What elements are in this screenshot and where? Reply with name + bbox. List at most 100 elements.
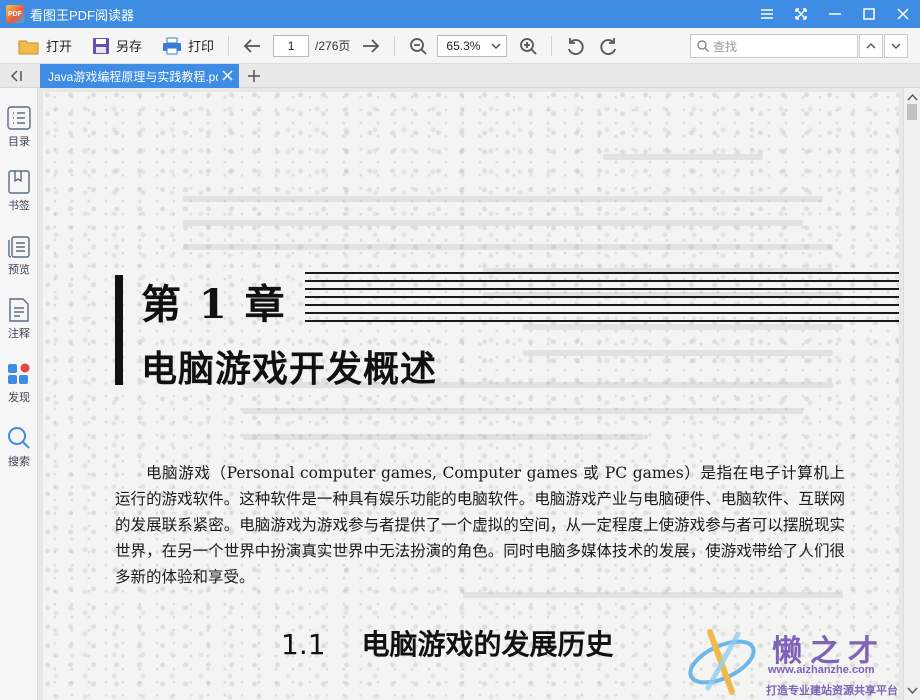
bleed-through-line: [183, 244, 833, 250]
search-prev-button[interactable]: [859, 34, 883, 58]
toolbar-divider: [228, 35, 230, 56]
save-as-label: 另存: [116, 39, 143, 54]
open-label: 打开: [46, 39, 73, 54]
list-icon: [7, 106, 31, 130]
bookmark-icon: [8, 170, 30, 194]
close-icon: [897, 8, 909, 20]
watermark-logo-icon: [688, 629, 756, 695]
minimize-icon: [829, 13, 841, 15]
rotate-left-icon: [568, 37, 584, 55]
bleed-through-line: [523, 324, 843, 330]
page-total: /276页: [315, 39, 351, 53]
print-label: 打印: [188, 39, 215, 54]
open-button[interactable]: 打开: [14, 32, 76, 60]
tab-document[interactable]: Java游戏编程原理与实践教程.pdf: [40, 64, 239, 88]
bleed-through-line: [183, 220, 803, 226]
sidebar-item-label: 注释: [8, 328, 30, 340]
chapter-rule: [305, 272, 899, 274]
chapter-rule: [305, 296, 899, 298]
toolbar-divider: [394, 35, 396, 56]
preview-icon: [8, 236, 30, 258]
search-next-button[interactable]: [884, 34, 908, 58]
chapter-rule: [305, 312, 899, 314]
prev-page-button[interactable]: [239, 33, 265, 59]
zoom-out-button[interactable]: [405, 33, 431, 59]
next-page-button[interactable]: [358, 33, 384, 59]
watermark: 懒之才 www.aizhanzhe.com 打造专业建站资源共享平台: [680, 622, 920, 700]
save-as-button[interactable]: 另存: [88, 32, 146, 60]
fullscreen-icon: [795, 8, 807, 20]
rotate-right-button[interactable]: [596, 33, 622, 59]
app-logo-icon: PDF: [6, 5, 24, 23]
chapter-marker-bar: [115, 275, 123, 385]
sidebar-item-bookmarks[interactable]: 书签: [0, 170, 38, 226]
bleed-through-line: [463, 592, 843, 598]
section-title-text: 电脑游戏的发展历史: [361, 628, 614, 661]
maximize-button[interactable]: [852, 0, 886, 28]
discover-icon: [8, 363, 30, 384]
sidebar-item-label: 搜索: [8, 456, 30, 468]
chevron-down-icon: [891, 43, 901, 49]
new-tab-button[interactable]: [246, 67, 262, 85]
body-paragraph: 电脑游戏（Personal computer games, Computer g…: [115, 464, 845, 586]
watermark-url: www.aizhanzhe.com: [768, 664, 875, 676]
collapse-sidebar-button[interactable]: [6, 67, 26, 85]
fullscreen-button[interactable]: [784, 0, 818, 28]
chapter-rule: [305, 304, 899, 306]
save-icon: [93, 37, 110, 54]
search-icon: [8, 427, 30, 449]
bleed-through-line: [183, 196, 823, 202]
main-toolbar: 打开 另存 打印 1 /276页 65.3% 查找: [0, 28, 920, 64]
search-icon: [697, 40, 709, 52]
document-viewport[interactable]: 第 1 章 电脑游戏开发概述 电脑游戏（Personal computer ga…: [39, 88, 903, 700]
zoom-out-icon: [410, 37, 428, 55]
zoom-in-icon: [520, 37, 538, 55]
sidebar-item-annotations[interactable]: 注释: [0, 298, 38, 354]
scroll-thumb[interactable]: [907, 104, 917, 120]
bleed-through-line: [243, 434, 643, 440]
bleed-through-line: [523, 350, 833, 356]
left-sidebar: 目录 书签 预览 注释 发现 搜索: [0, 88, 38, 700]
section-heading: 1.1 电脑游戏的发展历史: [281, 623, 614, 663]
maximize-icon: [863, 8, 875, 20]
print-button[interactable]: 打印: [158, 32, 218, 60]
pdf-page: 第 1 章 电脑游戏开发概述 电脑游戏（Personal computer ga…: [43, 92, 899, 700]
sidebar-item-label: 预览: [8, 264, 30, 276]
vertical-scrollbar[interactable]: [903, 88, 920, 700]
close-button[interactable]: [886, 0, 920, 28]
sidebar-item-label: 书签: [8, 200, 30, 212]
chapter-rule: [305, 288, 899, 290]
sidebar-item-search[interactable]: 搜索: [0, 426, 38, 482]
chevron-down-icon: [491, 42, 501, 49]
sidebar-item-toc[interactable]: 目录: [0, 106, 38, 162]
title-bar: PDF 看图王PDF阅读器: [0, 0, 920, 28]
toolbar-divider: [551, 35, 553, 56]
plus-icon: [248, 70, 260, 82]
zoom-in-button[interactable]: [515, 33, 541, 59]
page-number-input[interactable]: 1: [273, 34, 310, 57]
sidebar-item-label: 目录: [8, 136, 30, 148]
menu-button[interactable]: [750, 0, 784, 28]
rotate-left-button[interactable]: [562, 33, 588, 59]
printer-icon: [163, 37, 182, 54]
sidebar-item-discover[interactable]: 发现: [0, 362, 38, 418]
minimize-button[interactable]: [818, 0, 852, 28]
arrow-left-icon: [243, 38, 261, 53]
annotation-icon: [9, 298, 29, 322]
bleed-through-line: [243, 408, 803, 414]
sidebar-item-preview[interactable]: 预览: [0, 234, 38, 290]
chapter-rule: [305, 280, 899, 282]
window-title: 看图王PDF阅读器: [30, 7, 135, 23]
search-input[interactable]: 查找: [690, 34, 858, 58]
close-icon[interactable]: [222, 70, 233, 81]
watermark-slogan: 打造专业建站资源共享平台: [766, 685, 898, 697]
tab-bar: Java游戏编程原理与实践教程.pdf: [0, 64, 920, 88]
chevron-up-icon: [866, 43, 876, 49]
scroll-up-icon[interactable]: [907, 92, 918, 102]
collapse-left-icon: [10, 70, 22, 82]
zoom-select[interactable]: 65.3%: [437, 34, 508, 57]
tab-document-label: Java游戏编程原理与实践教程.pdf: [48, 69, 218, 84]
chapter-rule: [305, 320, 899, 322]
hamburger-icon: [761, 9, 773, 19]
search-placeholder: 查找: [713, 39, 738, 54]
